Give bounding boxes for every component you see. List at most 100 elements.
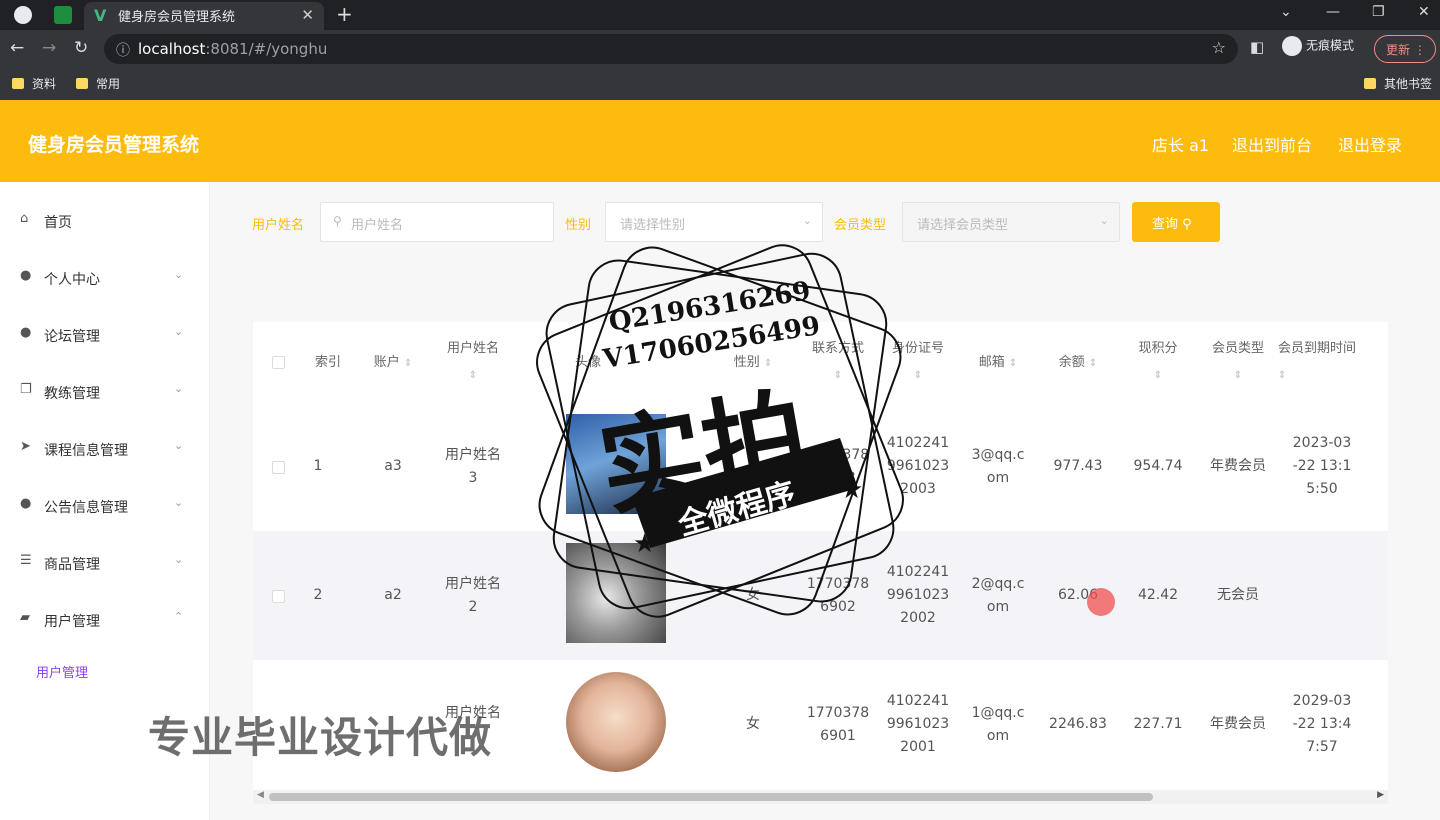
cell-account: a2 (384, 587, 402, 603)
tab-search-icon[interactable]: ⌄ (1280, 4, 1292, 20)
overlay-caption: 专业毕业设计代做 (148, 713, 493, 762)
column-header[interactable]: 会员类型 ⇕ (1198, 322, 1278, 402)
home-icon: ⌂ (20, 211, 29, 226)
sort-icon[interactable]: ⇕ (469, 370, 477, 381)
query-button[interactable]: 查询 ⚲ (1132, 202, 1220, 242)
back-to-front-link[interactable]: 退出到前台 (1232, 132, 1312, 156)
minimize-icon[interactable]: — (1326, 4, 1340, 20)
column-header[interactable]: 用户姓名 ⇕ (433, 322, 513, 402)
cell-points: 42.42 (1137, 587, 1179, 603)
column-label: 用户姓名 (446, 341, 499, 356)
sidebar-item-profile[interactable]: ● 个人中心 ⌄ (0, 257, 210, 297)
sort-icon[interactable]: ⇕ (1154, 370, 1162, 381)
column-label: 会员类型 (1211, 341, 1264, 356)
search-name-label: 用户姓名 (252, 218, 305, 233)
bookmark-folder[interactable]: 资料 (12, 75, 56, 92)
search-name-input[interactable]: ⚲ 用户姓名 (320, 202, 554, 242)
folder-icon (76, 78, 88, 89)
sidepanel-icon[interactable]: ◧ (1250, 38, 1264, 56)
sidebar-item-goods[interactable]: ☰ 商品管理 ⌄ (0, 542, 210, 582)
sidebar-item-home[interactable]: ⌂ 首页 (0, 200, 210, 240)
maximize-icon[interactable]: ❐ (1372, 4, 1385, 20)
search-gender-label: 性别 (565, 218, 592, 233)
incognito-indicator[interactable]: 无痕模式 (1282, 36, 1354, 56)
column-label: 现积分 (1138, 341, 1178, 356)
sort-icon[interactable]: ⇕ (1234, 370, 1242, 381)
scroll-right-icon[interactable]: ▶ (1377, 790, 1384, 800)
cell-balance: 977.43 (1053, 458, 1103, 474)
chevron-down-icon: ⌄ (174, 325, 184, 338)
url-field[interactable]: ⓘ localhost:8081/#/yonghu ☆ (104, 34, 1238, 64)
copy-icon: ❐ (20, 382, 32, 397)
scrollbar-thumb[interactable] (269, 793, 1153, 801)
column-header[interactable]: 现积分 ⇕ (1118, 322, 1198, 402)
cell-gender: 女 (746, 716, 760, 732)
bookmark-star-icon[interactable]: ☆ (1212, 38, 1226, 57)
sidebar-item-forum[interactable]: ● 论坛管理 ⌄ (0, 314, 210, 354)
avatar (566, 672, 666, 772)
sidebar-item-label: 课程信息管理 (44, 443, 128, 459)
chevron-up-icon: ⌃ (174, 610, 184, 623)
sidebar-item-coach[interactable]: ❐ 教练管理 ⌄ (0, 371, 210, 411)
sidebar-item-label: 公告信息管理 (44, 500, 128, 516)
browser-tab-title: 健身房会员管理系统 (118, 10, 236, 25)
row-checkbox[interactable] (272, 590, 285, 603)
query-label: 查询 (1152, 217, 1179, 232)
cell-member-type: 年费会员 (1210, 716, 1266, 732)
column-header[interactable]: 会员到期时间 ⇕ (1278, 322, 1368, 402)
close-tab-icon[interactable]: ✕ (301, 6, 314, 24)
folder-icon (1364, 78, 1376, 89)
forward-icon[interactable]: → (42, 38, 56, 58)
chevron-down-icon: ⌄ (174, 553, 184, 566)
logout-link[interactable]: 退出登录 (1338, 132, 1402, 156)
cell-points: 954.74 (1133, 458, 1183, 474)
browser-tab-active[interactable]: V 健身房会员管理系统 ✕ (84, 2, 324, 30)
sidebar-item-label: 个人中心 (44, 272, 100, 288)
sidebar-item-notice[interactable]: ● 公告信息管理 ⌄ (0, 485, 210, 525)
sidebar-item-label: 首页 (44, 215, 72, 231)
back-icon[interactable]: ← (10, 38, 24, 58)
chevron-down-icon: ⌄ (1099, 214, 1109, 227)
column-header[interactable]: 余额 ⇕ (1038, 322, 1118, 402)
member-type-placeholder: 请选择会员类型 (917, 218, 1009, 233)
column-label: 账户 (373, 355, 400, 370)
column-header[interactable]: 账户 ⇕ (353, 322, 433, 402)
checkbox[interactable] (271, 356, 285, 369)
svg-text:★: ★ (840, 475, 863, 505)
sort-icon[interactable]: ⇕ (1009, 358, 1017, 369)
scroll-left-icon[interactable]: ◀ (257, 790, 264, 800)
close-window-icon[interactable]: ✕ (1418, 4, 1430, 20)
row-checkbox[interactable] (272, 461, 285, 474)
horizontal-scrollbar[interactable]: ◀ ▶ (253, 790, 1388, 804)
other-bookmarks[interactable]: 其他书签 (1364, 75, 1432, 92)
search-icon: ⚲ (333, 214, 342, 228)
globe-icon[interactable] (14, 6, 32, 24)
sort-icon[interactable]: ⇕ (1089, 358, 1097, 369)
sidebar-item-course[interactable]: ➤ 课程信息管理 ⌄ (0, 428, 210, 468)
new-tab-icon[interactable]: + (336, 2, 353, 26)
chevron-down-icon: ⌄ (174, 496, 184, 509)
site-info-icon[interactable]: ⓘ (116, 40, 130, 60)
sidebar-subitem-users[interactable]: 用户管理 (36, 662, 88, 681)
reload-icon[interactable]: ↻ (74, 38, 88, 58)
folder-icon: ▰ (20, 610, 30, 625)
user-icon: ● (20, 268, 32, 283)
cell-phone: 1770378 6901 (806, 705, 870, 744)
chevron-down-icon: ⌄ (174, 268, 184, 281)
sidebar-item-users[interactable]: ▰ 用户管理 ⌃ (0, 599, 210, 639)
user-icon: ● (20, 496, 32, 511)
current-user: 店长 a1 (1152, 136, 1210, 155)
gender-placeholder: 请选择性别 (620, 218, 686, 233)
sort-icon[interactable]: ⇕ (404, 358, 412, 369)
cell-idcard: 4102241 9961023 2001 (886, 693, 950, 755)
sheets-icon[interactable] (54, 6, 72, 24)
member-type-select[interactable]: 请选择会员类型 ⌄ (902, 202, 1120, 242)
sort-icon[interactable]: ⇕ (914, 370, 922, 381)
chevron-down-icon: ⌄ (802, 214, 812, 227)
header-select-all[interactable] (253, 322, 303, 402)
update-button[interactable]: 更新 ⋮ (1374, 35, 1436, 63)
column-header[interactable]: 邮箱 ⇕ (958, 322, 1038, 402)
bookmark-folder[interactable]: 常用 (76, 75, 120, 92)
sort-icon[interactable]: ⇕ (1278, 370, 1286, 381)
incognito-icon (1282, 36, 1302, 56)
